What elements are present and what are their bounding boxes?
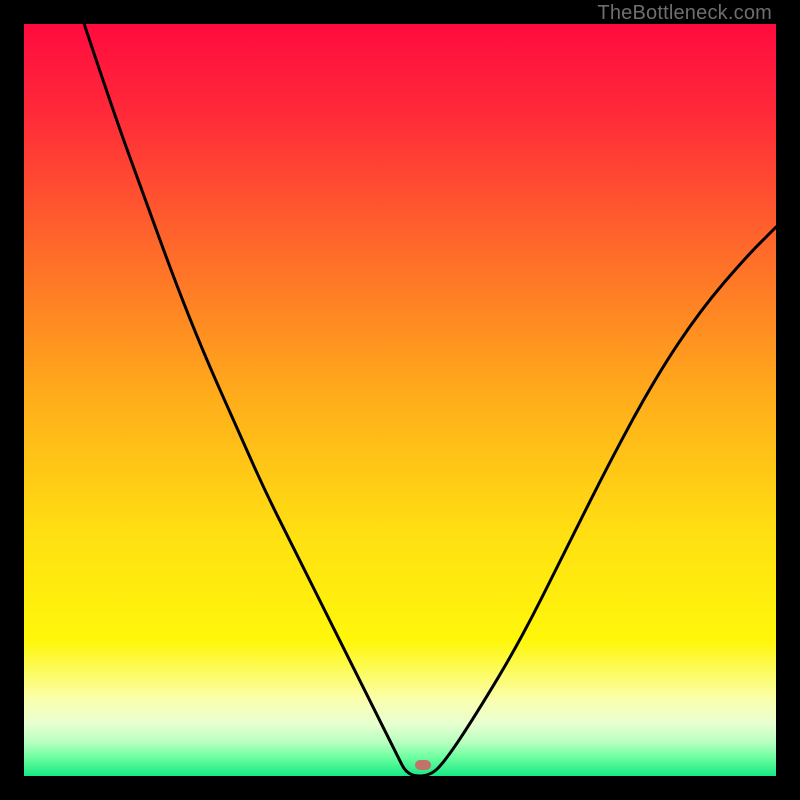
plot-area <box>24 24 776 776</box>
watermark-text: TheBottleneck.com <box>597 2 772 25</box>
valley-marker <box>415 760 431 770</box>
curve-layer <box>24 24 776 776</box>
chart-frame: TheBottleneck.com <box>0 0 800 800</box>
bottleneck-curve <box>84 24 776 776</box>
